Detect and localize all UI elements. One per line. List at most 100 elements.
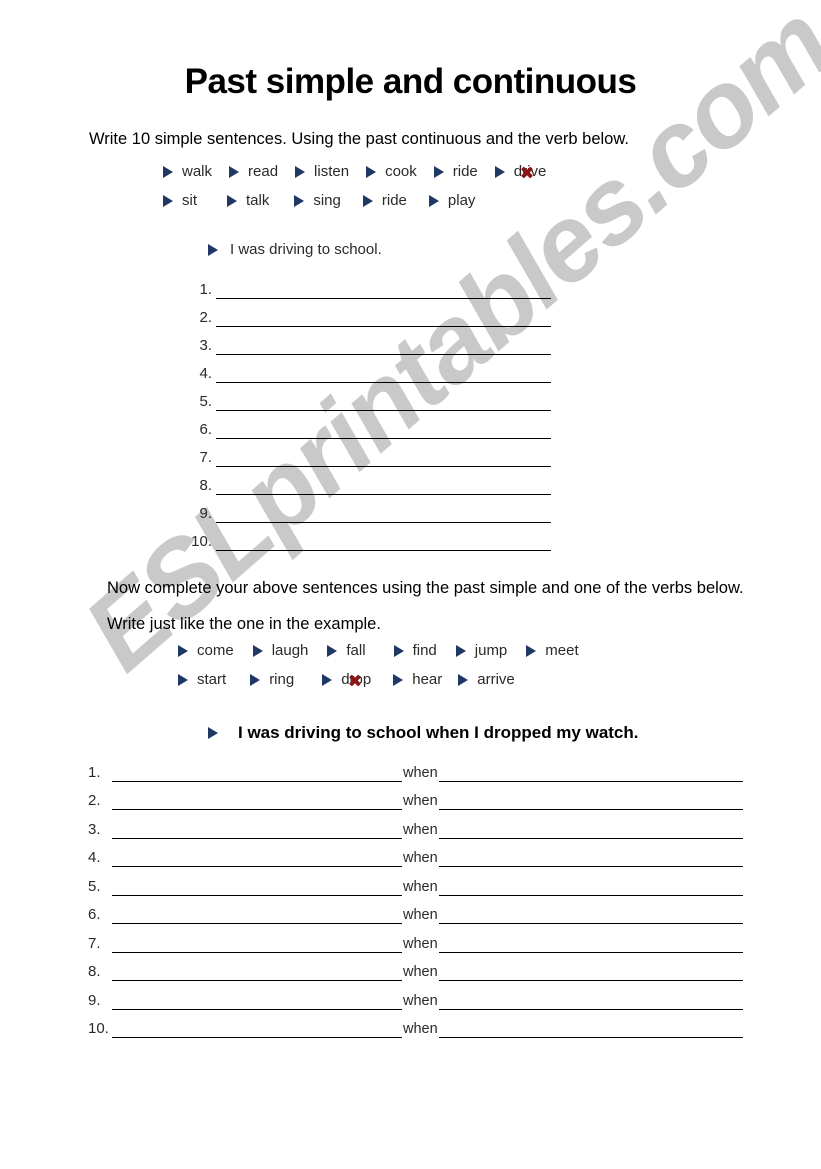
verb-item: talk xyxy=(227,192,269,209)
verb-label: play xyxy=(447,192,476,209)
verb-item: fall xyxy=(327,642,366,659)
line-number: 3. xyxy=(199,337,212,354)
answer-line-row: 8. xyxy=(186,467,551,495)
connector-label: when xyxy=(403,878,438,895)
answer-line-row: 9. when xyxy=(88,981,743,1010)
answer-write-line-before-when[interactable] xyxy=(112,791,402,810)
connector-label: when xyxy=(403,1021,438,1037)
answer-line-row: 4. xyxy=(186,355,551,383)
line-number: 2. xyxy=(88,792,101,809)
answer-write-line-before-when[interactable] xyxy=(112,962,402,981)
verb-item: listen xyxy=(295,163,349,180)
connector-label: when xyxy=(403,907,438,923)
answer-line-row: 5. xyxy=(186,383,551,411)
answer-write-line-before-when[interactable] xyxy=(112,905,402,924)
answer-line-row: 4. when xyxy=(88,839,743,867)
verb-label: sit xyxy=(182,192,197,209)
triangle-bullet-icon xyxy=(250,673,261,686)
triangle-bullet-icon xyxy=(163,194,173,207)
answer-line-row: 1. xyxy=(186,271,551,299)
verb-label: ring xyxy=(269,671,295,688)
answer-write-line-after-when[interactable] xyxy=(438,791,743,810)
answer-line-row: 6. when xyxy=(88,896,743,924)
answer-write-line-before-when[interactable] xyxy=(112,763,402,782)
line-number: 5. xyxy=(199,393,212,410)
answer-write-line-before-when[interactable] xyxy=(112,934,402,953)
connector-label: when xyxy=(403,821,438,838)
answer-write-line-after-when[interactable] xyxy=(438,1019,743,1038)
answer-line-row: 10. when xyxy=(88,1010,743,1038)
answer-write-line[interactable] xyxy=(216,476,551,495)
answer-write-line[interactable] xyxy=(216,448,551,467)
verb-label: fall xyxy=(346,642,366,659)
verb-label: arrive xyxy=(477,671,515,688)
line-number: 2. xyxy=(199,309,212,326)
verb-item: ride xyxy=(362,192,407,209)
answer-write-line-after-when[interactable] xyxy=(438,848,743,867)
answer-write-line-before-when[interactable] xyxy=(112,877,402,896)
verb-item: drive xyxy=(494,163,546,180)
verb-label: hear xyxy=(412,671,443,688)
triangle-bullet-icon xyxy=(163,165,173,178)
answer-write-line-after-when[interactable] xyxy=(438,934,743,953)
verb-item: jump xyxy=(455,642,507,659)
verb-item: cook xyxy=(366,163,417,180)
answer-line-row: 6. xyxy=(186,411,551,439)
answer-write-line-after-when[interactable] xyxy=(438,877,743,896)
line-number: 9. xyxy=(88,991,101,1009)
answer-write-line-before-when[interactable] xyxy=(112,848,402,867)
verb-item: play xyxy=(428,192,476,209)
line-number: 10. xyxy=(191,533,212,550)
line-number: 10. xyxy=(88,1020,109,1037)
verb-label: read xyxy=(248,163,279,180)
answer-write-line[interactable] xyxy=(216,364,551,383)
answer-line-row: 7. xyxy=(186,439,551,467)
verb-item: start xyxy=(178,671,226,688)
triangle-bullet-icon xyxy=(227,194,237,207)
section1-answer-list: 1. 2. 3. 4. 5. 6. 7. 8. 9. 10. xyxy=(186,271,551,551)
verb-item: come xyxy=(178,642,234,659)
triangle-bullet-icon xyxy=(526,644,537,657)
section2-example: I was driving to school when I dropped m… xyxy=(208,723,639,743)
verb-item: arrive xyxy=(458,671,515,688)
line-number: 1. xyxy=(199,281,212,298)
line-number: 5. xyxy=(88,877,101,895)
answer-write-line-after-when[interactable] xyxy=(438,905,743,924)
answer-write-line-after-when[interactable] xyxy=(438,991,743,1010)
answer-write-line[interactable] xyxy=(216,336,551,355)
answer-write-line[interactable] xyxy=(216,532,551,551)
triangle-bullet-icon xyxy=(428,194,439,207)
section1-verb-row-1: walk read listen cook ride drive xyxy=(163,163,546,180)
section2-verb-row-2: start ring drop hear arrive xyxy=(178,671,515,688)
answer-write-line-after-when[interactable] xyxy=(438,820,743,839)
connector-label: when xyxy=(403,850,438,866)
line-number: 9. xyxy=(199,505,212,522)
answer-line-row: 5. when xyxy=(88,867,743,896)
answer-write-line[interactable] xyxy=(216,504,551,523)
triangle-bullet-icon xyxy=(458,673,469,686)
answer-write-line[interactable] xyxy=(216,392,551,411)
line-number: 8. xyxy=(199,477,212,494)
answer-write-line-after-when[interactable] xyxy=(438,763,743,782)
connector-label: when xyxy=(403,764,438,781)
answer-write-line[interactable] xyxy=(216,308,551,327)
line-number: 6. xyxy=(199,421,212,438)
answer-write-line-before-when[interactable] xyxy=(112,991,402,1010)
triangle-bullet-icon xyxy=(208,243,218,256)
answer-line-row: 8. when xyxy=(88,953,743,981)
answer-write-line-after-when[interactable] xyxy=(438,962,743,981)
section2-answer-list: 1. when 2. when 3. when 4. when 5. when 6. when 7. wh… xyxy=(88,753,743,1038)
answer-line-row: 2. xyxy=(186,299,551,327)
answer-write-line[interactable] xyxy=(216,420,551,439)
section2-example-text: I was driving to school when I dropped m… xyxy=(238,723,639,742)
section1-example: I was driving to school. xyxy=(208,241,382,258)
answer-write-line-before-when[interactable] xyxy=(112,820,402,839)
answer-write-line[interactable] xyxy=(216,280,551,299)
red-x-mark-icon xyxy=(348,674,361,687)
answer-write-line-before-when[interactable] xyxy=(112,1019,402,1038)
triangle-bullet-icon xyxy=(178,673,188,686)
answer-line-row: 2. when xyxy=(88,782,743,810)
verb-item: hear xyxy=(393,671,442,688)
triangle-bullet-icon xyxy=(494,165,505,178)
triangle-bullet-icon xyxy=(366,165,377,178)
